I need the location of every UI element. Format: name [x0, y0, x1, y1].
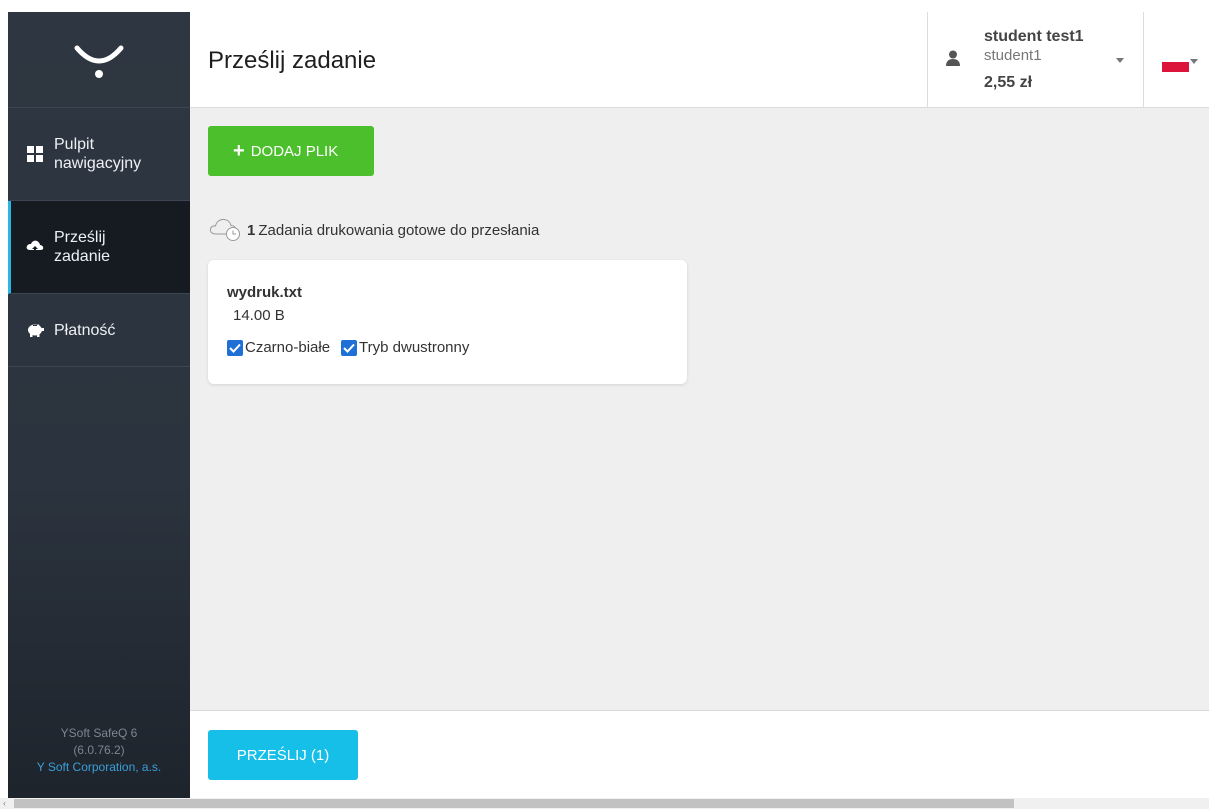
sidebar-item-payment[interactable]: Płatność — [8, 294, 190, 367]
user-icon — [946, 50, 960, 71]
sidebar-item-label-line1: Pulpit — [54, 136, 95, 153]
sidebar-item-label: Płatność — [54, 321, 116, 339]
sidebar: Pulpit nawigacyjny Prześlij zadanie Płat… — [8, 12, 190, 798]
plus-icon: + — [233, 140, 245, 162]
submit-button[interactable]: PRZEŚLIJ (1) — [208, 730, 358, 780]
product-version: (6.0.76.2) — [73, 743, 125, 757]
horizontal-scrollbar[interactable]: ‹ — [0, 798, 1209, 809]
sidebar-item-submit-job[interactable]: Prześlij zadanie — [8, 201, 190, 294]
sidebar-item-dashboard[interactable]: Pulpit nawigacyjny — [8, 108, 190, 201]
ysoft-logo-icon — [74, 45, 124, 78]
checkbox-checked-icon[interactable] — [341, 339, 358, 356]
queue-count: 1 — [247, 221, 256, 239]
queue-text: Zadania drukowania gotowe do przesłania — [258, 221, 540, 239]
product-name: YSoft SafeQ 6 — [60, 726, 138, 740]
cloud-clock-icon — [209, 215, 243, 245]
checkbox-checked-icon[interactable] — [227, 339, 243, 356]
add-file-button-label: DODAJ PLIK — [250, 142, 339, 160]
option-label: Czarno-białe — [245, 339, 331, 356]
sidebar-item-label-line1: Prześlij — [54, 229, 106, 246]
scrollbar-thumb[interactable] — [14, 799, 1014, 808]
queue-status: 1 Zadania drukowania gotowe do przesłani… — [209, 215, 539, 245]
cloud-upload-icon — [26, 238, 44, 256]
chevron-down-icon — [1190, 59, 1198, 64]
header: Prześlij zadanie student test1 student1 … — [190, 12, 1209, 108]
sidebar-item-label-line2: nawigacyjny — [54, 155, 142, 172]
grid-icon — [26, 145, 44, 163]
option-label: Tryb dwustronny — [359, 339, 470, 356]
job-file-name: wydruk.txt — [227, 284, 303, 301]
user-menu[interactable]: student test1 student1 2,55 zł — [927, 12, 1144, 108]
user-balance: 2,55 zł — [984, 74, 1033, 91]
user-full-name: student test1 — [984, 28, 1084, 45]
poland-flag-icon — [1162, 62, 1189, 72]
logo[interactable] — [8, 12, 190, 108]
add-file-button[interactable]: + DODAJ PLIK — [208, 126, 374, 176]
job-options: Czarno-białe Tryb dwustronny — [227, 339, 480, 356]
piggy-bank-icon — [26, 321, 44, 339]
language-selector[interactable] — [1145, 12, 1209, 108]
sidebar-item-label-line2: zadanie — [54, 248, 111, 265]
chevron-left-icon[interactable]: ‹ — [3, 799, 6, 808]
sidebar-item-label: Pulpit nawigacyjny — [54, 135, 141, 173]
company-link[interactable]: Y Soft Corporation, a.s. — [8, 759, 190, 776]
sidebar-item-label: Prześlij zadanie — [54, 228, 110, 266]
job-card: wydruk.txt 14.00 B Czarno-białe Tryb dwu… — [208, 260, 687, 384]
page-title: Prześlij zadanie — [208, 47, 377, 74]
action-bar: PRZEŚLIJ (1) — [190, 710, 1209, 798]
option-duplex[interactable]: Tryb dwustronny — [341, 339, 469, 356]
main-content: + DODAJ PLIK 1 Zadania drukowania gotowe… — [190, 108, 1209, 710]
chevron-down-icon — [1116, 58, 1124, 63]
user-login: student1 — [984, 47, 1042, 64]
job-file-size: 14.00 B — [233, 307, 285, 324]
sidebar-footer: YSoft SafeQ 6 (6.0.76.2) Y Soft Corporat… — [8, 725, 190, 776]
option-black-white[interactable]: Czarno-białe — [227, 339, 330, 356]
